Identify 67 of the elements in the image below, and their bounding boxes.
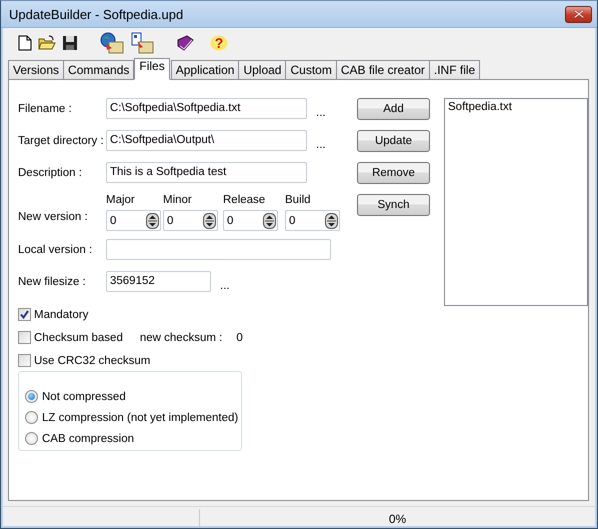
input-field[interactable] <box>106 239 331 260</box>
field-label: Major <box>106 194 136 208</box>
checkbox-label: Mandatory <box>34 308 88 320</box>
new-file-icon[interactable] <box>18 35 32 51</box>
field-label: Release <box>223 194 266 208</box>
radio-button[interactable] <box>25 411 38 424</box>
radio-label: Not compressed <box>42 390 126 402</box>
radio-button[interactable] <box>25 432 38 445</box>
radio-button[interactable] <box>25 390 38 403</box>
spin-arrows-icon[interactable] <box>203 212 216 228</box>
field-label: Build <box>285 194 312 208</box>
browse-link[interactable]: ... <box>220 280 230 292</box>
spin-value: 0 <box>167 214 174 226</box>
spin-field[interactable]: 0 <box>285 210 340 231</box>
spin-field[interactable]: 0 <box>163 210 218 231</box>
action-button[interactable]: Remove <box>357 162 430 184</box>
radio-label: CAB compression <box>42 432 134 444</box>
tab[interactable]: Upload <box>238 60 286 79</box>
close-icon[interactable] <box>574 10 584 18</box>
field-label: Minor <box>163 194 193 208</box>
spin-arrows-icon[interactable] <box>325 212 338 228</box>
checkbox[interactable] <box>18 308 31 321</box>
tab[interactable]: Commands <box>63 60 134 79</box>
spin-field[interactable]: 0 <box>223 210 278 231</box>
field-label: New version : <box>18 211 89 223</box>
help-button[interactable]: ? <box>210 35 228 51</box>
tab[interactable]: Versions <box>8 60 64 79</box>
browse-link[interactable]: ... <box>316 106 326 118</box>
input-field[interactable]: C:\Softpedia\Output\ <box>106 130 307 151</box>
checksum-value: 0 <box>236 332 243 344</box>
progress-text: 0% <box>388 512 406 526</box>
tab[interactable]: Files <box>134 58 170 80</box>
action-button[interactable]: Synch <box>357 194 430 216</box>
field-label: Filename : <box>18 102 73 114</box>
browse-link[interactable]: ... <box>316 138 326 150</box>
input-field[interactable]: This is a Softpedia test <box>106 162 307 183</box>
field-label: Description : <box>18 166 83 178</box>
input-field[interactable]: 3569152 <box>106 271 211 292</box>
radio-label: LZ compression (not yet implemented) <box>42 412 238 424</box>
checkbox[interactable] <box>18 354 31 367</box>
spin-value: 0 <box>289 214 296 226</box>
spin-value: 0 <box>110 214 116 226</box>
list-item[interactable]: Softpedia.txt <box>448 101 584 113</box>
spin-value: 0 <box>227 214 234 226</box>
tab[interactable]: CAB file creator <box>336 60 430 79</box>
checkbox-label: Checksum based <box>34 332 123 344</box>
close-button[interactable] <box>565 6 592 22</box>
checkbox[interactable] <box>18 331 31 344</box>
book-icon[interactable] <box>176 35 194 51</box>
field-label: Target directory : <box>18 134 105 146</box>
tab[interactable]: .INF file <box>428 60 480 79</box>
window-title: UpdateBuilder - Softpedia.upd <box>9 6 184 22</box>
input-field[interactable]: C:\Softpedia\Softpedia.txt <box>106 98 307 119</box>
spin-field[interactable]: 0 <box>106 210 161 231</box>
action-button[interactable]: Update <box>357 130 430 152</box>
globe-folder-icon[interactable] <box>100 32 124 54</box>
checkbox-label: Use CRC32 checksum <box>34 354 150 366</box>
field-label: Local version : <box>18 244 94 256</box>
tab[interactable]: Custom <box>285 60 337 79</box>
spin-arrows-icon[interactable] <box>263 212 276 228</box>
open-folder-icon[interactable] <box>38 35 56 51</box>
field-label: New filesize : <box>18 276 87 288</box>
checksum-label: new checksum : <box>140 332 222 344</box>
tab[interactable]: Application <box>170 60 240 79</box>
document-folder-icon[interactable] <box>130 32 154 54</box>
action-button[interactable]: Add <box>357 98 430 120</box>
spin-arrows-icon[interactable] <box>146 212 159 228</box>
